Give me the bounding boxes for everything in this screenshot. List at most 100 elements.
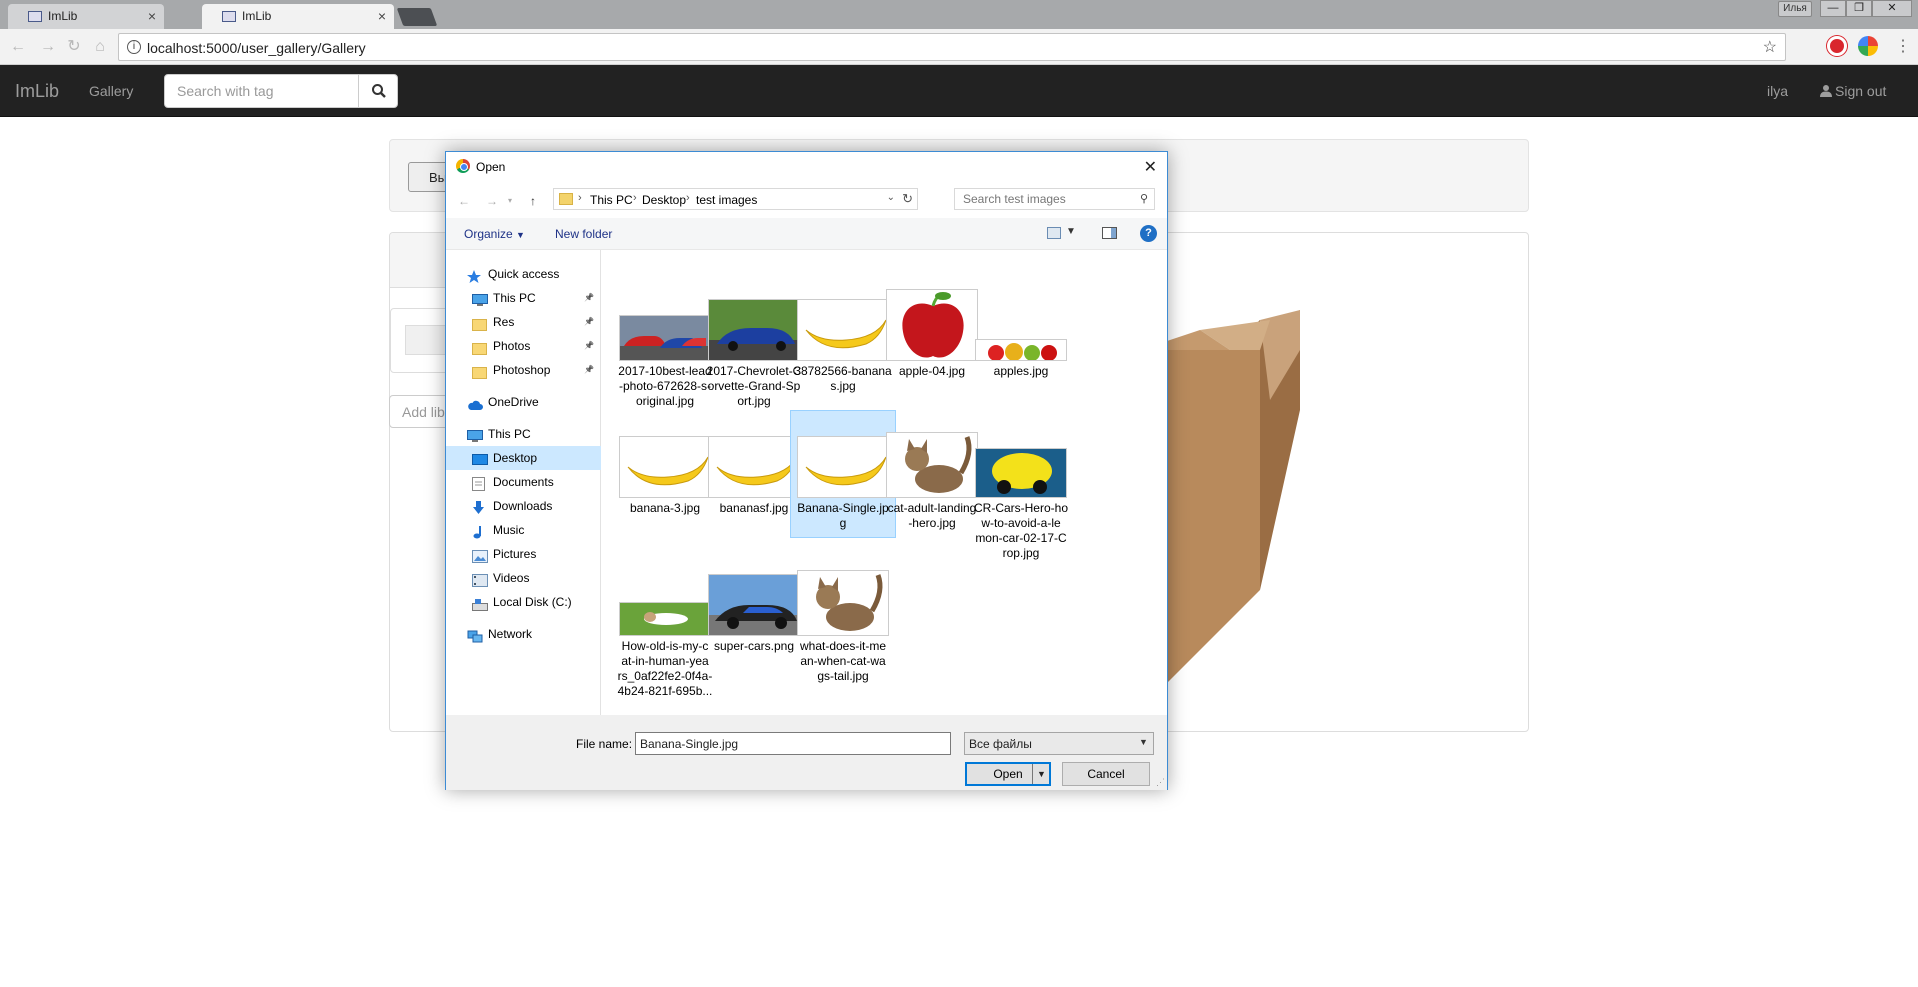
nav-username[interactable]: ilya	[1767, 83, 1788, 99]
file-thumbnail	[708, 574, 800, 636]
chevron-down-icon[interactable]: ⌄	[887, 192, 895, 203]
file-item[interactable]: CR-Cars-Hero-ho w-to-avoid-a-le mon-car-02…	[969, 250, 1073, 715]
reload-icon[interactable]: ↻	[64, 37, 84, 57]
nav-item-music[interactable]: Music	[472, 518, 594, 542]
tag-search-input[interactable]: Search with tag	[164, 74, 359, 108]
panel-header	[390, 233, 450, 288]
dialog-close-icon[interactable]: ✕	[1144, 157, 1157, 177]
nav-item-photos[interactable]: Photos 📌	[472, 334, 594, 358]
caret-down-icon[interactable]: ▼	[1066, 226, 1076, 237]
nav-item-onedrive[interactable]: OneDrive	[467, 390, 594, 414]
pin-icon[interactable]: 📌	[584, 334, 594, 358]
nav-item-label: Pictures	[493, 547, 537, 561]
file-name-line: an-when-cat-wa	[800, 654, 886, 668]
chrome-icon	[456, 159, 470, 173]
nav-item-documents[interactable]: Documents	[472, 470, 594, 494]
empty-box-illustration	[1140, 310, 1300, 710]
organize-label: Organize	[464, 227, 513, 241]
dialog-back-icon[interactable]: ←	[458, 194, 470, 208]
sign-out-link[interactable]: Sign out	[1820, 83, 1886, 99]
breadcrumb[interactable]: › This PC › Desktop › test images ⌄ ↻	[553, 188, 918, 210]
maximize-button[interactable]: ❐	[1846, 0, 1872, 17]
file-name-line: what-does-it-me	[799, 639, 887, 653]
view-mode-icon[interactable]	[1047, 227, 1061, 239]
cloud-icon	[467, 395, 483, 410]
file-name-line: w-to-avoid-a-le	[981, 516, 1061, 530]
file-name-line: CR-Cars-Hero-ho	[973, 501, 1068, 515]
cancel-button[interactable]: Cancel	[1062, 762, 1150, 786]
tab-close-icon[interactable]: ×	[378, 4, 386, 28]
browser-menu-icon[interactable]: ⋮	[1895, 36, 1911, 56]
file-thumbnail	[619, 602, 711, 636]
address-bar[interactable]: i localhost:5000/user_gallery/Gallery ☆	[118, 33, 1786, 61]
nav-item-res[interactable]: Res 📌	[472, 310, 594, 334]
file-item[interactable]: what-does-it-me an-when-cat-wa gs-tail.jpg	[791, 250, 895, 715]
resize-grip-icon[interactable]: ⋰	[1156, 777, 1165, 788]
nav-item-this-pc[interactable]: This PC	[467, 422, 594, 446]
url-text: localhost:5000/user_gallery/Gallery	[147, 40, 366, 56]
nav-item-this-pc[interactable]: This PC 📌	[472, 286, 594, 310]
window-close-button[interactable]: ✕	[1872, 0, 1912, 17]
organize-menu[interactable]: Organize ▼	[464, 227, 525, 241]
tab-close-icon[interactable]: ×	[148, 4, 156, 28]
chevron-right-icon[interactable]: ›	[686, 192, 690, 204]
new-tab-button[interactable]	[396, 8, 438, 26]
chevron-right-icon[interactable]: ›	[633, 192, 637, 204]
nav-item-videos[interactable]: Videos	[472, 566, 594, 590]
refresh-icon[interactable]: ↻	[902, 191, 913, 207]
site-brand[interactable]: ImLib	[15, 81, 59, 102]
dialog-forward-icon[interactable]: →	[486, 194, 498, 208]
home-icon[interactable]: ⌂	[90, 37, 110, 57]
nav-item-photoshop[interactable]: Photoshop 📌	[472, 358, 594, 382]
browser-tab-active[interactable]: ImLib ×	[202, 4, 394, 29]
recent-locations-icon[interactable]: ▾	[508, 196, 512, 205]
preview-pane-icon[interactable]	[1102, 227, 1117, 239]
new-folder-button[interactable]: New folder	[555, 227, 612, 241]
bookmark-star-icon[interactable]: ☆	[1763, 37, 1777, 57]
chevron-down-icon: ▼	[1139, 737, 1148, 747]
nav-item-desktop[interactable]: Desktop	[446, 446, 601, 470]
breadcrumb-this-pc[interactable]: This PC	[590, 193, 633, 207]
help-icon[interactable]: ?	[1140, 225, 1157, 242]
nav-item-pictures[interactable]: Pictures	[472, 542, 594, 566]
nav-item-downloads[interactable]: Downloads	[472, 494, 594, 518]
nav-gallery-link[interactable]: Gallery	[89, 83, 133, 99]
computer-icon	[472, 291, 488, 306]
search-icon: ⚲	[1139, 193, 1148, 205]
search-button[interactable]	[358, 74, 398, 108]
pin-icon[interactable]: 📌	[584, 358, 594, 382]
file-name-line: mon-car-02-17-C	[975, 531, 1067, 545]
nav-item-network[interactable]: Network	[467, 622, 594, 646]
folder-icon	[472, 339, 487, 355]
add-library-input[interactable]: Add lib	[389, 395, 449, 428]
breadcrumb-desktop[interactable]: Desktop	[642, 193, 686, 207]
pin-icon[interactable]: 📌	[584, 310, 594, 334]
pin-icon[interactable]: 📌	[584, 286, 594, 310]
file-name-input[interactable]: Banana-Single.jpg ▼	[635, 732, 1135, 755]
up-folder-icon[interactable]: ↑	[530, 194, 536, 208]
nav-item-local-disk-c[interactable]: Local Disk (C:)	[472, 590, 594, 614]
browser-tab[interactable]: ImLib ×	[8, 4, 164, 29]
chevron-right-icon[interactable]: ›	[578, 192, 582, 204]
favicon-icon	[28, 11, 42, 22]
nav-item-label: Quick access	[488, 267, 560, 281]
open-options-dropdown[interactable]: ▼	[1032, 764, 1050, 784]
file-type-select[interactable]: Все файлы ▼	[964, 732, 1154, 755]
color-extension-icon[interactable]	[1858, 36, 1878, 56]
breadcrumb-test-images[interactable]: test images	[696, 193, 757, 207]
info-icon[interactable]: i	[127, 40, 141, 54]
user-icon	[1820, 85, 1832, 97]
tab-title: ImLib	[242, 9, 272, 23]
profile-button[interactable]: Илья	[1778, 1, 1812, 17]
nav-item-label: Local Disk (C:)	[493, 595, 572, 609]
nav-item-quick-access[interactable]: Quick access	[467, 262, 594, 286]
nav-item-label: Photoshop	[493, 363, 551, 377]
videos-icon	[472, 571, 488, 587]
minimize-button[interactable]: —	[1820, 0, 1846, 17]
nav-item-label: Res	[493, 315, 515, 329]
folder-search-input[interactable]: Search test images ⚲	[954, 188, 1155, 210]
back-icon[interactable]: ←	[8, 37, 28, 57]
panel-input[interactable]	[405, 325, 450, 355]
forward-icon[interactable]: →	[38, 37, 58, 57]
opera-extension-icon[interactable]	[1827, 36, 1847, 56]
